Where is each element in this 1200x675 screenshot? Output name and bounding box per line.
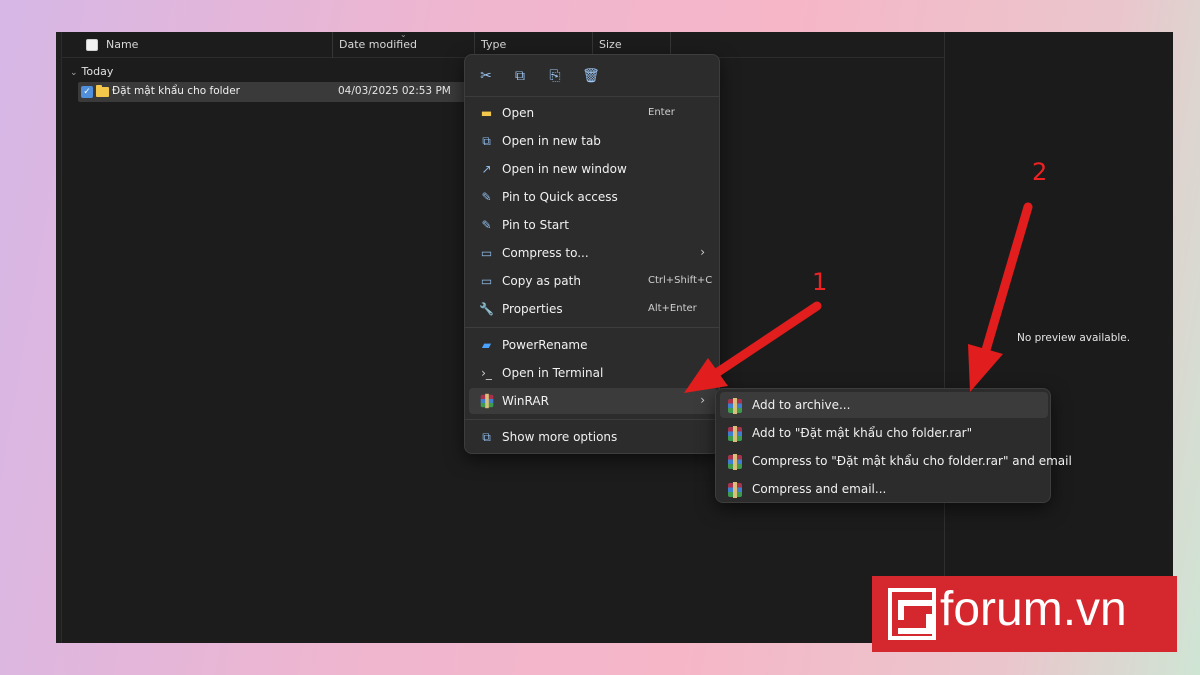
rename-icon[interactable]: ⎘ [545,66,565,86]
group-label: Today [81,65,114,78]
menu-item-label: Open [502,106,535,120]
menu-item-label: Pin to Start [502,218,569,232]
menu-item-label: Open in new tab [502,134,601,148]
powerrename-icon: ▰ [481,338,492,352]
pin-icon: ✎ [481,218,492,232]
column-size-label: Size [599,38,622,51]
more-options-icon: ⧉ [482,430,491,444]
wrench-icon: 🔧 [479,302,494,316]
cut-icon[interactable]: ✂ [476,66,496,86]
menu-item-label: PowerRename [502,338,588,352]
file-date: 04/03/2025 02:53 PM [338,85,451,97]
menu-item-open-terminal[interactable]: ›_ Open in Terminal [469,360,717,386]
chevron-right-icon: › [700,245,705,259]
submenu-item-label: Add to "Đặt mật khẩu cho folder.rar" [752,426,973,440]
submenu-item-label: Add to archive... [752,398,851,412]
copy-path-icon: ▭ [480,274,493,288]
new-tab-icon: ⧉ [482,134,491,148]
winrar-icon [728,426,742,445]
menu-item-label: Properties [502,302,563,316]
file-row[interactable]: ✓ Đặt mật khẩu cho folder 04/03/2025 02:… [78,82,498,102]
column-date-label: Date modified [339,38,417,51]
menu-item-properties[interactable]: 🔧 Properties Alt+Enter [469,296,717,322]
menu-item-shortcut: Enter [648,107,675,118]
menu-item-copy-as-path[interactable]: ▭ Copy as path Ctrl+Shift+C [469,268,717,294]
menu-item-shortcut: Alt+Enter [648,303,697,314]
submenu-item-label: Compress and email... [752,482,887,496]
menu-item-label: Compress to... [502,246,589,260]
menu-item-open[interactable]: ▬ Open Enter [469,100,717,126]
compress-icon: ▭ [480,246,493,260]
menu-item-label: Open in Terminal [502,366,604,380]
terminal-icon: ›_ [481,366,492,380]
menu-separator [465,327,719,328]
preview-text: No preview available. [1017,332,1131,344]
folder-icon [96,85,109,97]
select-all-checkbox[interactable] [86,39,98,51]
winrar-icon [728,482,742,501]
winrar-icon [479,393,494,409]
copy-icon[interactable]: ⧉ [510,66,530,86]
submenu-item-label: Compress to "Đặt mật khẩu cho folder.rar… [752,454,1072,468]
menu-item-label: Show more options [502,430,618,444]
column-date[interactable]: Date modified [333,32,475,58]
submenu-item-compress-and-email[interactable]: Compress and email... [720,476,1048,502]
group-header-today[interactable]: ⌄ Today [70,65,113,78]
logo-text: forum.vn [940,583,1127,636]
winrar-icon [728,398,742,417]
menu-item-label: Pin to Quick access [502,190,618,204]
folder-icon: ▬ [480,106,493,120]
chevron-down-icon: ⌄ [70,68,78,78]
pin-icon: ✎ [481,190,492,204]
menu-item-pin-quick-access[interactable]: ✎ Pin to Quick access [469,184,717,210]
column-name[interactable]: Name [62,32,333,58]
submenu-item-compress-to-rar-email[interactable]: Compress to "Đặt mật khẩu cho folder.rar… [720,448,1072,474]
winrar-submenu: Add to archive... Add to "Đặt mật khẩu c… [715,388,1072,503]
menu-separator [465,419,719,420]
menu-item-label: Open in new window [502,162,627,176]
submenu-item-add-to-archive[interactable]: Add to archive... [720,392,1048,418]
sforum-logo: forum.vn [872,576,1177,652]
preview-pane: No preview available. [944,32,1173,643]
context-menu: ✂ ⧉ ⎘ 🗑 ▬ Open Enter ⧉ Open in new tab ↗… [464,54,720,454]
navigation-pane-edge [56,32,62,643]
column-type-label: Type [481,38,507,51]
sforum-s-icon [888,588,936,640]
menu-item-open-new-window[interactable]: ↗ Open in new window [469,156,717,182]
file-name: Đặt mật khẩu cho folder [112,85,240,97]
menu-item-powerrename[interactable]: ▰ PowerRename [469,332,717,358]
menu-item-shortcut: Ctrl+Shift+C [648,275,713,286]
submenu-item-add-to-rar[interactable]: Add to "Đặt mật khẩu cho folder.rar" [720,420,1048,446]
menu-item-compress-to[interactable]: ▭ Compress to... › [469,240,717,266]
annotation-number-2: 2 [1032,158,1048,186]
menu-item-open-new-tab[interactable]: ⧉ Open in new tab [469,128,717,154]
menu-item-winrar[interactable]: WinRAR › [469,388,717,414]
context-menu-icon-bar: ✂ ⧉ ⎘ 🗑 [465,55,719,97]
chevron-right-icon: › [700,393,705,407]
column-name-label: Name [106,38,139,51]
row-checkbox[interactable]: ✓ [81,86,93,98]
delete-icon[interactable]: 🗑 [581,66,601,86]
menu-item-pin-start[interactable]: ✎ Pin to Start [469,212,717,238]
winrar-icon [728,454,742,473]
new-window-icon: ↗ [481,162,492,176]
menu-item-label: Copy as path [502,274,581,288]
menu-item-show-more-options[interactable]: ⧉ Show more options [469,424,717,450]
menu-item-label: WinRAR [502,394,549,408]
annotation-number-1: 1 [812,268,828,296]
